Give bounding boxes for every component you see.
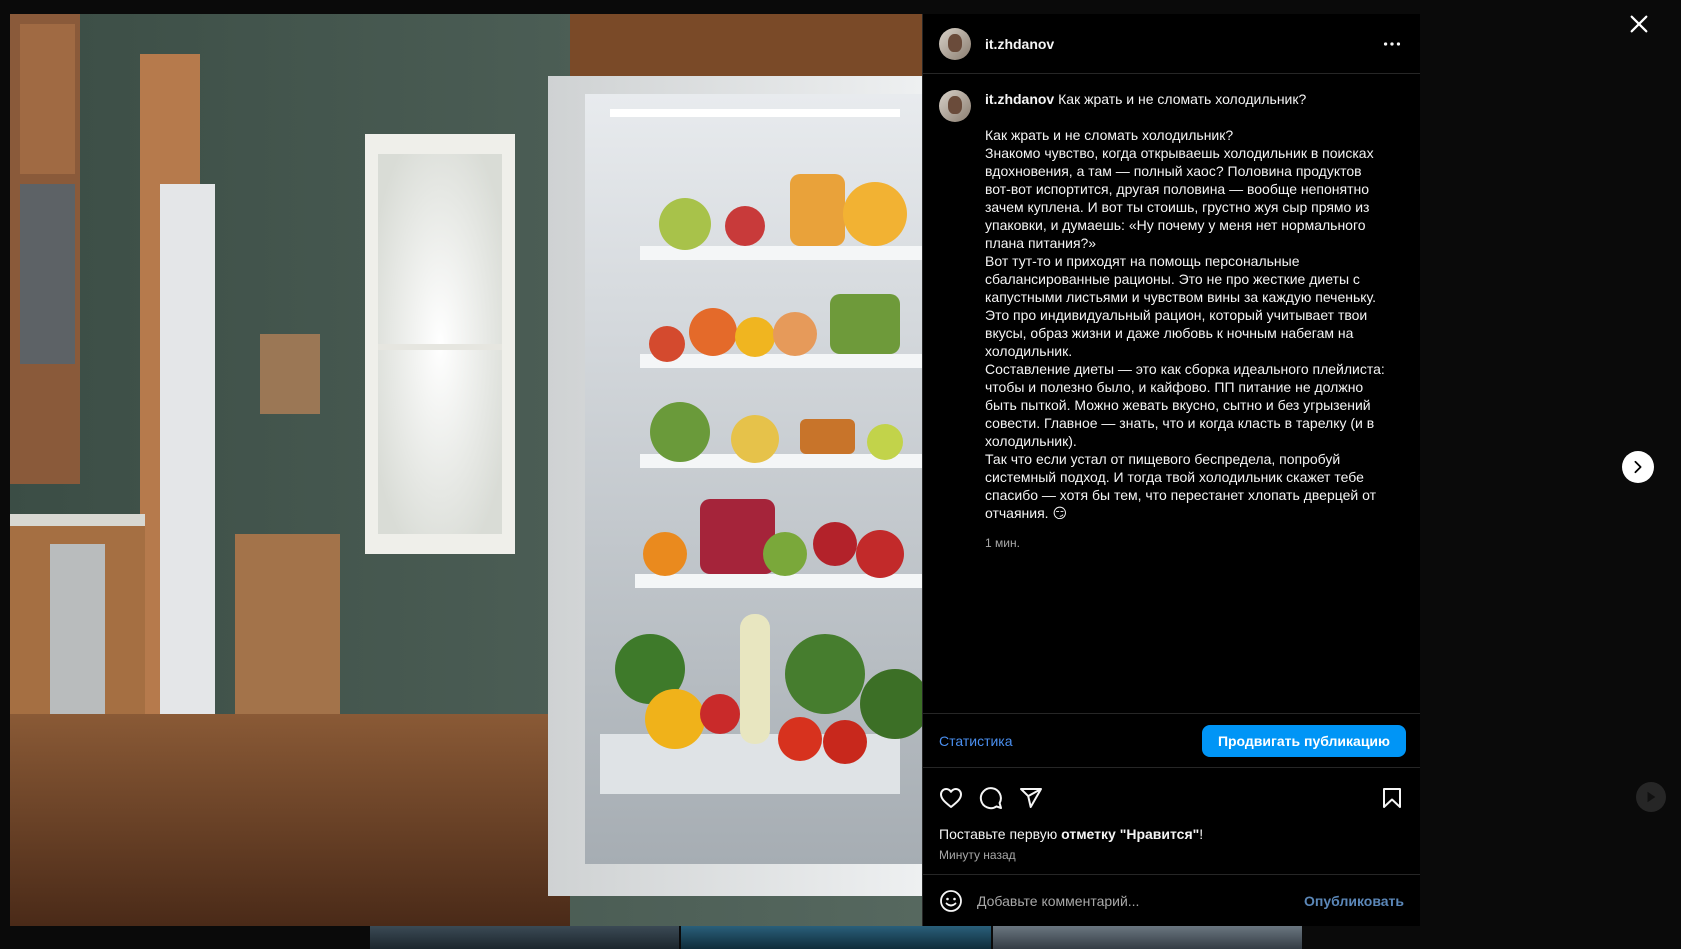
likes-bold[interactable]: отметку "Нравится" — [1061, 826, 1199, 842]
caption-headline: it.zhdanov Как жрать и не сломать холоди… — [985, 90, 1385, 108]
caption-avatar[interactable] — [939, 90, 971, 122]
close-icon — [1630, 15, 1648, 33]
posted-time[interactable]: Минуту назад — [939, 848, 1404, 874]
comment-input[interactable] — [977, 892, 1305, 909]
save-button[interactable] — [1364, 778, 1404, 818]
likes-summary: Поставьте первую отметку "Нравится"! — [939, 826, 1404, 842]
promo-row: Статистика Продвигать публикацию — [923, 713, 1420, 767]
fridge-photo — [10, 14, 922, 926]
post-sidebar: it.zhdanov it.zhdanov Как жрать и не сло… — [922, 14, 1420, 926]
play-icon — [1647, 791, 1656, 803]
publish-comment-button[interactable]: Опубликовать — [1304, 893, 1404, 909]
close-button[interactable] — [1621, 6, 1657, 42]
username[interactable]: it.zhdanov — [985, 36, 1054, 52]
send-icon — [1020, 788, 1042, 808]
post-modal: it.zhdanov it.zhdanov Как жрать и не сло… — [10, 14, 1420, 926]
comment-icon — [979, 787, 1002, 810]
play-icon-hint — [1636, 782, 1666, 812]
comment-composer: Опубликовать — [923, 874, 1420, 926]
share-button[interactable] — [1019, 778, 1059, 818]
caption-area: it.zhdanov Как жрать и не сломать холоди… — [923, 74, 1420, 713]
background-grid-thumbnails — [370, 926, 1302, 949]
like-button[interactable] — [939, 778, 979, 818]
post-actions: Поставьте первую отметку "Нравится"! Мин… — [923, 767, 1420, 874]
more-horizontal-icon — [1383, 41, 1401, 46]
chevron-right-icon — [1634, 460, 1642, 474]
caption-time: 1 мин. — [985, 536, 1020, 550]
caption-body: it.zhdanov Как жрать и не сломать холоди… — [985, 90, 1385, 552]
action-icons — [939, 772, 1404, 824]
post-image[interactable] — [10, 14, 922, 926]
post-header: it.zhdanov — [923, 14, 1420, 74]
avatar[interactable] — [939, 27, 971, 60]
caption: it.zhdanov Как жрать и не сломать холоди… — [939, 90, 1404, 552]
statistics-link[interactable]: Статистика — [939, 733, 1013, 749]
likes-suffix: ! — [1199, 826, 1204, 842]
more-options-button[interactable] — [1380, 32, 1404, 56]
heart-icon — [940, 788, 962, 808]
next-post-button[interactable] — [1622, 451, 1654, 483]
comment-button[interactable] — [979, 778, 1019, 818]
emoji-icon[interactable] — [939, 889, 963, 913]
caption-username[interactable]: it.zhdanov — [985, 91, 1054, 107]
caption-title: Как жрать и не сломать холодильник? — [1058, 91, 1307, 107]
promote-post-button[interactable]: Продвигать публикацию — [1201, 724, 1406, 757]
bookmark-icon — [1383, 788, 1401, 808]
caption-text: Как жрать и не сломать холодильник? Знак… — [985, 127, 1385, 521]
likes-prefix: Поставьте первую — [939, 826, 1062, 842]
